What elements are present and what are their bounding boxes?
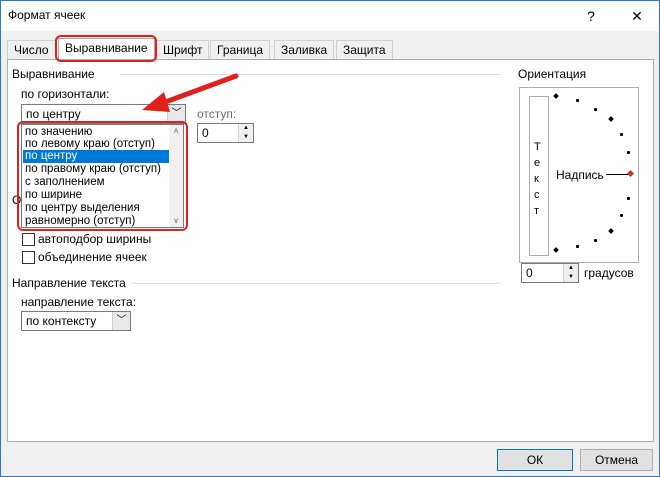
indent-value: 0	[202, 126, 209, 140]
orientation-dot	[620, 133, 623, 136]
alignment-group-label: Выравнивание	[12, 67, 95, 81]
chevron-down-icon[interactable]: ﹀	[112, 312, 130, 330]
vertical-text-char: Т	[534, 141, 541, 153]
horizontal-label: по горизонтали:	[21, 87, 110, 101]
orientation-box[interactable]: Т е к с т Надпись	[519, 87, 639, 263]
orientation-group-label: Ориентация	[518, 67, 587, 81]
spinner-arrows-icon[interactable]: ▲ ▼	[238, 124, 253, 142]
annotation-arrow-icon	[142, 73, 239, 112]
tab-protection[interactable]: Защита	[336, 40, 393, 60]
vertical-text-char: т	[534, 205, 540, 217]
degrees-spinner[interactable]: 0 ▲ ▼	[521, 263, 579, 283]
orientation-dot	[576, 99, 579, 102]
direction-label: направление текста:	[21, 295, 137, 309]
vertical-text-button[interactable]: Т е к с т	[529, 96, 549, 256]
cancel-button[interactable]: Отмена	[580, 449, 653, 471]
direction-group-label: Направление текста	[12, 276, 126, 290]
direction-select-value: по контексту	[26, 314, 97, 328]
merge-label: объединение ячеек	[38, 250, 147, 264]
orientation-sample-text: Надпись	[556, 168, 604, 182]
orientation-pointer-line	[606, 174, 628, 175]
title-bar: Формат ячеек ? ✕	[1, 1, 659, 31]
vertical-text-char: к	[534, 173, 539, 185]
orientation-dot	[594, 239, 597, 242]
orientation-dot	[627, 151, 630, 154]
orientation-marker	[553, 93, 559, 99]
horizontal-select-value: по центру	[26, 107, 81, 121]
orientation-marker	[608, 228, 614, 234]
close-button[interactable]: ✕	[615, 1, 659, 31]
autofit-label: автоподбор ширины	[38, 232, 152, 246]
tab-fill[interactable]: Заливка	[274, 40, 335, 60]
vertical-text-char: е	[534, 157, 541, 169]
indent-spinner[interactable]: 0 ▲ ▼	[197, 123, 254, 143]
annotation-highlight-tab	[55, 35, 157, 62]
autofit-checkbox[interactable]	[22, 233, 35, 246]
direction-select[interactable]: по контексту ﹀	[21, 311, 131, 331]
spinner-arrows-icon[interactable]: ▲ ▼	[563, 264, 578, 282]
tab-number[interactable]: Число	[7, 40, 56, 60]
orientation-dot	[594, 108, 597, 111]
orientation-dot	[620, 214, 623, 217]
degrees-value: 0	[526, 266, 533, 280]
dialog-title: Формат ячеек	[8, 8, 86, 22]
orientation-handle-icon[interactable]	[626, 169, 635, 178]
ok-button[interactable]: ОК	[497, 449, 573, 471]
help-button[interactable]: ?	[569, 1, 613, 31]
tab-font[interactable]: Шрифт	[156, 40, 210, 60]
annotation-highlight-list	[17, 121, 188, 231]
tab-border[interactable]: Граница	[210, 40, 271, 60]
orientation-marker	[608, 116, 614, 122]
group-divider	[132, 283, 500, 284]
orientation-dot	[627, 197, 630, 200]
degrees-label: градусов	[584, 266, 634, 280]
merge-checkbox[interactable]	[22, 251, 35, 264]
orientation-dot	[576, 245, 579, 248]
orientation-marker	[553, 247, 559, 253]
vertical-text-char: с	[534, 189, 540, 201]
